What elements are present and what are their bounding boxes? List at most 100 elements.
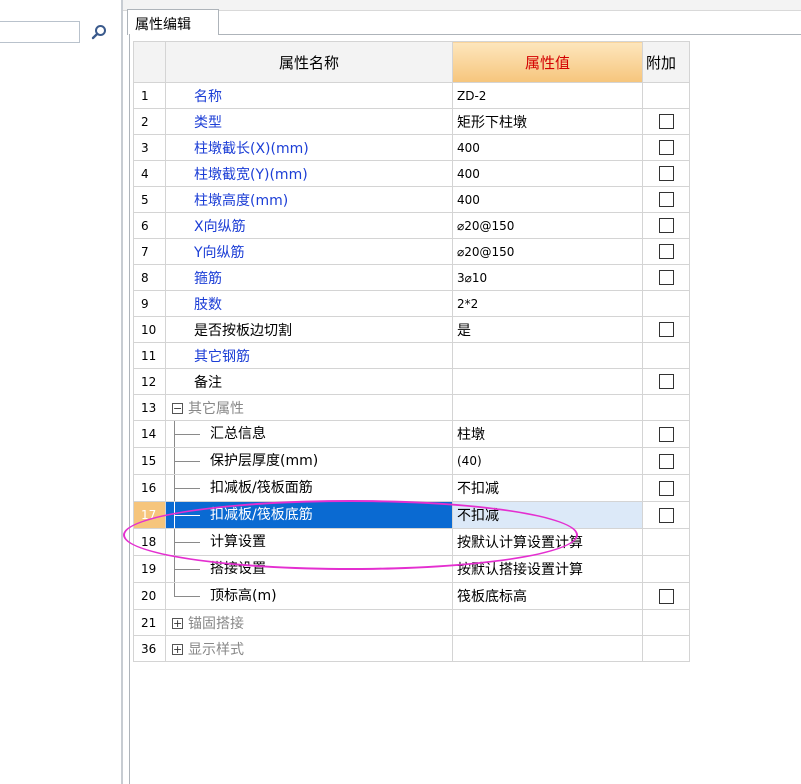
property-name[interactable]: 扣减板/筏板面筋 [165,474,453,502]
checkbox-icon[interactable] [658,453,674,469]
column-header-name[interactable]: 属性名称 [165,41,453,83]
property-name[interactable]: 顶标高(m) [165,582,453,610]
property-name[interactable]: 保护层厚度(mm) [165,447,453,475]
table-row-selected[interactable]: 17 扣减板/筏板底筋 不扣减 [133,501,690,529]
property-name[interactable]: 搭接设置 [165,555,453,583]
checkbox-icon[interactable] [658,192,674,207]
property-value[interactable]: ⌀20@150 [452,238,643,265]
table-row[interactable]: 20 顶标高(m) 筏板底标高 [133,582,690,610]
checkbox-icon[interactable] [658,588,674,604]
property-value[interactable]: 400 [452,160,643,187]
property-label: 计算设置 [210,534,266,550]
property-name[interactable]: 箍筋 [165,264,453,291]
table-row[interactable]: 1 名称 ZD-2 [133,82,690,109]
property-value[interactable]: 按默认搭接设置计算 [452,555,643,583]
table-row[interactable]: 7 Y向纵筋 ⌀20@150 [133,238,690,265]
column-header-value[interactable]: 属性值 [452,41,643,83]
property-value[interactable]: 400 [452,134,643,161]
group-row[interactable]: 13 − 其它属性 [133,394,690,421]
property-name[interactable]: 是否按板边切割 [165,316,453,343]
property-value[interactable]: 不扣减 [452,501,643,529]
property-name[interactable]: 柱墩高度(mm) [165,186,453,213]
table-row[interactable]: 12 备注 [133,368,690,395]
group-row[interactable]: 21 + 锚固搭接 [133,609,690,636]
table-row[interactable]: 18 计算设置 按默认计算设置计算 [133,528,690,556]
row-number: 9 [133,290,166,317]
table-row[interactable]: 14 汇总信息 柱墩 [133,420,690,448]
property-name[interactable]: 扣减板/筏板底筋 [165,501,453,529]
table-row[interactable]: 15 保护层厚度(mm) (40) [133,447,690,475]
property-name[interactable]: 肢数 [165,290,453,317]
table-row[interactable]: 19 搭接设置 按默认搭接设置计算 [133,555,690,583]
panel-splitter[interactable] [121,0,123,784]
expand-icon[interactable]: + [172,618,183,629]
extra-cell [642,212,690,239]
table-row[interactable]: 9 肢数 2*2 [133,290,690,317]
table-row[interactable]: 6 X向纵筋 ⌀20@150 [133,212,690,239]
tab-property-editor[interactable]: 属性编辑 [127,9,219,35]
checkbox-icon[interactable] [658,140,674,155]
property-name[interactable]: 柱墩截长(X)(mm) [165,134,453,161]
checkbox-icon[interactable] [658,426,674,442]
group-header[interactable]: + 锚固搭接 [165,609,453,636]
table-row[interactable]: 3 柱墩截长(X)(mm) 400 [133,134,690,161]
expand-icon[interactable]: + [172,644,183,655]
tree-connector [174,475,210,501]
tree-connector [174,556,210,582]
checkbox-icon[interactable] [658,166,674,181]
extra-cell [642,264,690,291]
property-value[interactable] [452,368,643,395]
property-value[interactable]: 筏板底标高 [452,582,643,610]
checkbox-icon[interactable] [658,507,674,523]
table-row[interactable]: 4 柱墩截宽(Y)(mm) 400 [133,160,690,187]
property-value[interactable]: ZD-2 [452,82,643,109]
collapse-icon[interactable]: − [172,403,183,414]
row-number: 6 [133,212,166,239]
property-value[interactable]: 400 [452,186,643,213]
property-label: 搭接设置 [210,561,266,577]
table-row[interactable]: 10 是否按板边切割 是 [133,316,690,343]
extra-cell [642,501,690,529]
column-header-extra[interactable]: 附加 [642,41,690,83]
table-row[interactable]: 5 柱墩高度(mm) 400 [133,186,690,213]
property-value[interactable]: 柱墩 [452,420,643,448]
group-row[interactable]: 36 + 显示样式 [133,635,690,662]
checkbox-icon[interactable] [658,244,674,259]
property-value[interactable]: 按默认计算设置计算 [452,528,643,556]
search-input[interactable] [0,21,80,43]
checkbox-icon[interactable] [658,270,674,285]
property-value[interactable]: 2*2 [452,290,643,317]
row-number: 18 [133,528,166,556]
property-value[interactable] [452,342,643,369]
checkbox-icon[interactable] [658,218,674,233]
property-name[interactable]: 柱墩截宽(Y)(mm) [165,160,453,187]
table-row[interactable]: 8 箍筋 3⌀10 [133,264,690,291]
property-name[interactable]: 名称 [165,82,453,109]
checkbox-icon[interactable] [658,322,674,337]
table-row[interactable]: 2 类型 矩形下柱墩 [133,108,690,135]
property-name[interactable]: 备注 [165,368,453,395]
extra-cell [642,82,690,109]
property-value[interactable]: ⌀20@150 [452,212,643,239]
checkbox-icon[interactable] [658,374,674,389]
property-value[interactable]: 3⌀10 [452,264,643,291]
property-label: 扣减板/筏板底筋 [210,507,313,523]
property-value[interactable]: 矩形下柱墩 [452,108,643,135]
property-name[interactable]: 其它钢筋 [165,342,453,369]
property-name[interactable]: Y向纵筋 [165,238,453,265]
property-name[interactable]: X向纵筋 [165,212,453,239]
group-header[interactable]: + 显示样式 [165,635,453,662]
group-header[interactable]: − 其它属性 [165,394,453,421]
property-name[interactable]: 计算设置 [165,528,453,556]
property-value[interactable]: 不扣减 [452,474,643,502]
table-row[interactable]: 16 扣减板/筏板面筋 不扣减 [133,474,690,502]
table-row[interactable]: 11 其它钢筋 [133,342,690,369]
property-value[interactable]: 是 [452,316,643,343]
property-name[interactable]: 类型 [165,108,453,135]
checkbox-icon[interactable] [658,114,674,129]
checkbox-icon[interactable] [658,480,674,496]
search-button[interactable] [86,21,112,43]
property-name[interactable]: 汇总信息 [165,420,453,448]
extra-cell [642,609,690,636]
property-value[interactable]: (40) [452,447,643,475]
